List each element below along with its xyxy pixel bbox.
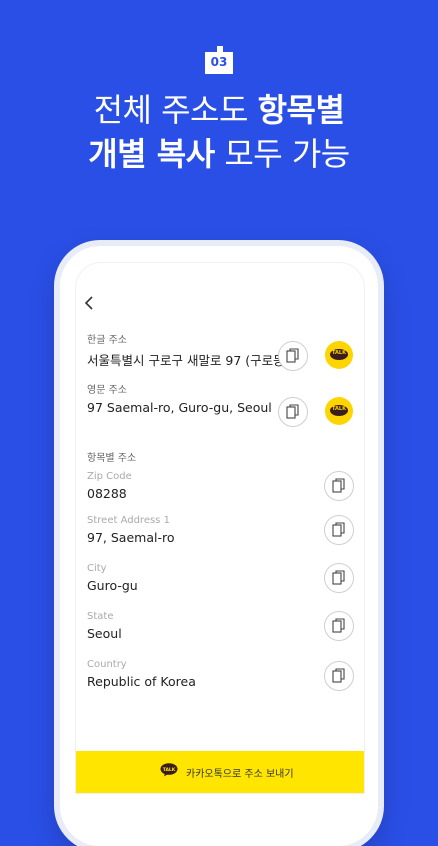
copy-zip-code-button[interactable] xyxy=(324,471,354,501)
copy-icon xyxy=(286,404,299,419)
chevron-left-icon xyxy=(84,296,93,310)
street-address-value: 97, Saemal-ro xyxy=(87,530,175,545)
zip-code-value: 08288 xyxy=(87,486,127,501)
english-address-label: 영문 주소 xyxy=(87,385,127,396)
zip-code-row: Zip Code 08288 xyxy=(87,471,364,501)
itemized-section-title: 항목별 주소 xyxy=(87,453,137,464)
copy-country-button[interactable] xyxy=(324,661,354,691)
copy-state-button[interactable] xyxy=(324,611,354,641)
korean-address-value: 서울특별시 구로구 새말로 97 (구로동) xyxy=(87,353,290,368)
city-value: Guro-gu xyxy=(87,578,138,593)
kakao-talk-icon: TALK xyxy=(160,763,178,777)
english-address-row: 영문 주소 97 Saemal-ro, Guro-gu, Seoul xyxy=(87,381,364,415)
copy-icon xyxy=(332,522,345,537)
back-button[interactable] xyxy=(83,295,95,316)
headline: 전체 주소도 항목별 개별 복사 모두 가능 xyxy=(0,88,438,176)
headline-line-2: 개별 복사 모두 가능 xyxy=(0,132,438,176)
copy-korean-address-button[interactable] xyxy=(278,341,308,371)
state-row: State Seoul xyxy=(87,611,364,641)
copy-street-address-button[interactable] xyxy=(324,515,354,545)
city-row: City Guro-gu xyxy=(87,563,364,593)
headline-line-2-regular: 모두 가능 xyxy=(214,135,350,173)
headline-line-1: 전체 주소도 항목별 xyxy=(0,88,438,132)
copy-icon xyxy=(286,348,299,363)
headline-line-1-regular: 전체 주소도 xyxy=(93,91,258,129)
send-via-kakaotalk-button[interactable]: TALK 카카오톡으로 주소 보내기 xyxy=(76,751,364,793)
headline-line-1-bold: 항목별 xyxy=(257,91,345,129)
headline-line-2-bold: 개별 복사 xyxy=(88,135,215,173)
phone-screen: 한글 주소 서울특별시 구로구 새말로 97 (구로동) TALK 영문 주소 … xyxy=(75,262,365,794)
korean-address-label: 한글 주소 xyxy=(87,335,127,346)
country-row: Country Republic of Korea xyxy=(87,659,364,689)
city-label: City xyxy=(87,563,107,574)
english-address-value: 97 Saemal-ro, Guro-gu, Seoul xyxy=(87,400,272,415)
copy-icon xyxy=(332,478,345,493)
copy-icon xyxy=(332,668,345,683)
state-value: Seoul xyxy=(87,626,122,641)
kakao-send-english-address-button[interactable]: TALK xyxy=(325,397,353,425)
country-label: Country xyxy=(87,659,127,670)
talk-badge-label: TALK xyxy=(332,406,346,412)
kakao-send-korean-address-button[interactable]: TALK xyxy=(325,341,353,369)
cta-icon-label: TALK xyxy=(163,767,176,773)
copy-city-button[interactable] xyxy=(324,563,354,593)
step-number: 03 xyxy=(210,55,228,69)
step-badge: 03 xyxy=(202,43,236,77)
copy-icon xyxy=(332,570,345,585)
copy-english-address-button[interactable] xyxy=(278,397,308,427)
state-label: State xyxy=(87,611,114,622)
country-value: Republic of Korea xyxy=(87,674,196,689)
street-address-row: Street Address 1 97, Saemal-ro xyxy=(87,515,364,545)
korean-address-row: 한글 주소 서울특별시 구로구 새말로 97 (구로동) xyxy=(87,331,364,369)
street-address-label: Street Address 1 xyxy=(87,515,170,526)
cta-label: 카카오톡으로 주소 보내기 xyxy=(186,769,294,780)
talk-badge-label: TALK xyxy=(332,350,346,356)
copy-icon xyxy=(332,618,345,633)
zip-code-label: Zip Code xyxy=(87,471,132,482)
